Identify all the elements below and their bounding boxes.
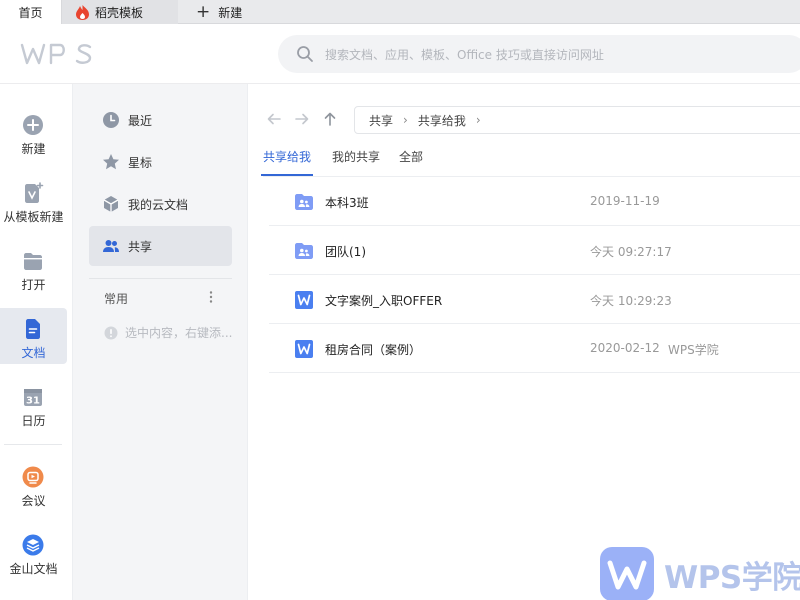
more-vertical-icon[interactable] <box>208 290 214 304</box>
file-name: 本科3班 <box>325 196 369 210</box>
tab-new-label: 新建 <box>218 5 243 20</box>
sidebar-item-label: 我的云文档 <box>128 197 189 212</box>
empty-hint: 选中内容，右键添... <box>104 324 232 341</box>
up-arrow-icon[interactable] <box>322 111 338 127</box>
tab-home-label: 首页 <box>18 6 43 20</box>
tab-new[interactable]: + 新建 <box>178 0 268 24</box>
template-icon <box>25 182 44 203</box>
file-name: 租房合同（案例） <box>325 343 422 357</box>
shared-folder-icon <box>295 194 313 210</box>
file-time: 今天 10:29:23 <box>590 294 672 308</box>
file-name: 文字案例_入职OFFER <box>325 294 443 308</box>
breadcrumb-item[interactable]: 共享 <box>369 112 393 129</box>
calendar-day: 31 <box>26 396 40 407</box>
tab-shared-with-me[interactable]: 共享给我 <box>261 148 314 176</box>
sidebar-item-shared[interactable]: 共享 <box>89 226 232 266</box>
table-row[interactable]: 文字案例_入职OFFER 今天 10:29:23 <box>269 275 800 324</box>
main-panel: 共享 › 共享给我 › 共享给我 我的共享 全部 本科3班 2019-11-19 <box>248 84 800 600</box>
nav-calendar[interactable]: 31 日历 <box>0 376 67 432</box>
info-icon <box>104 326 118 339</box>
chevron-right-icon: › <box>475 113 481 127</box>
sidebar: 最近 星标 我的云文档 共享 常用 选中内容，右键添... <box>74 84 248 600</box>
file-name: 团队(1) <box>325 245 366 259</box>
breadcrumb-item[interactable]: 共享给我 <box>418 112 466 129</box>
history-nav <box>266 111 350 127</box>
sidebar-item-label: 最近 <box>128 113 153 128</box>
nav-divider <box>4 444 62 445</box>
search-icon <box>297 46 313 62</box>
section-title-common: 常用 <box>104 292 129 306</box>
people-icon <box>103 240 119 252</box>
wps-academy-watermark: WPS学院 <box>600 547 800 600</box>
file-time: 2020-02-12 <box>590 341 660 355</box>
sidebar-item-recent[interactable]: 最近 <box>89 100 232 140</box>
plus-circle-icon <box>23 115 43 135</box>
sub-tabs: 共享给我 我的共享 全部 <box>261 148 442 176</box>
file-time: 2019-11-19 <box>590 194 660 208</box>
search-box[interactable]: 搜索文档、应用、模板、Office 技巧或直接访问网址 <box>278 35 800 73</box>
nav-open[interactable]: 打开 <box>0 240 67 296</box>
cloud-cube-icon <box>103 196 119 212</box>
star-icon <box>103 154 119 170</box>
tab-bar: 首页 稻壳模板 + 新建 <box>0 0 800 25</box>
left-nav: 新建 从模板新建 打开 文档 31 日历 会议 金山文档 <box>0 84 73 600</box>
tab-all[interactable]: 全部 <box>399 148 423 176</box>
kdocs-icon <box>22 534 44 556</box>
sidebar-item-starred[interactable]: 星标 <box>89 142 232 182</box>
tab-my-shares[interactable]: 我的共享 <box>332 148 380 176</box>
nav-new[interactable]: 新建 <box>0 104 67 160</box>
plus-icon: + <box>196 1 211 22</box>
nav-meeting[interactable]: 会议 <box>0 456 67 512</box>
folder-icon <box>24 253 42 270</box>
wps-logo[interactable] <box>20 41 94 67</box>
docer-logo-icon <box>76 4 89 20</box>
nav-from-template[interactable]: 从模板新建 <box>0 172 67 228</box>
watermark-text: WPS学院 <box>664 559 800 596</box>
hint-text: 选中内容，右键添... <box>125 326 233 340</box>
search-input[interactable]: 搜索文档、应用、模板、Office 技巧或直接访问网址 <box>325 46 604 63</box>
chevron-right-icon: › <box>403 113 408 127</box>
breadcrumb[interactable]: 共享 › 共享给我 › <box>354 106 800 134</box>
table-row[interactable]: 租房合同（案例） 2020-02-12 WPS学院 <box>269 324 800 373</box>
meeting-icon <box>22 466 44 488</box>
tab-home[interactable]: 首页 <box>0 0 62 25</box>
file-source: WPS学院 <box>668 343 719 357</box>
nav-kdocs[interactable]: 金山文档 <box>0 524 67 580</box>
tab-template[interactable]: 稻壳模板 <box>62 0 178 24</box>
sidebar-item-cloud[interactable]: 我的云文档 <box>89 184 232 224</box>
table-row[interactable]: 团队(1) 今天 09:27:17 <box>269 226 800 275</box>
nav-documents[interactable]: 文档 <box>0 308 67 364</box>
document-icon <box>26 319 40 339</box>
tab-template-label: 稻壳模板 <box>95 5 144 20</box>
wps-academy-logo-icon <box>600 547 654 600</box>
file-time: 今天 09:27:17 <box>590 245 672 259</box>
sidebar-item-label: 星标 <box>128 155 153 170</box>
shared-folder-icon <box>295 243 313 259</box>
forward-arrow-icon[interactable] <box>294 111 310 127</box>
word-doc-icon <box>295 291 313 309</box>
sidebar-item-label: 共享 <box>128 239 153 254</box>
clock-icon <box>103 112 119 128</box>
word-doc-icon <box>295 340 313 358</box>
table-row[interactable]: 本科3班 2019-11-19 <box>269 177 800 226</box>
calendar-icon: 31 <box>24 389 42 407</box>
back-arrow-icon[interactable] <box>266 111 282 127</box>
header: 搜索文档、应用、模板、Office 技巧或直接访问网址 <box>0 24 800 84</box>
sidebar-divider <box>89 278 232 279</box>
